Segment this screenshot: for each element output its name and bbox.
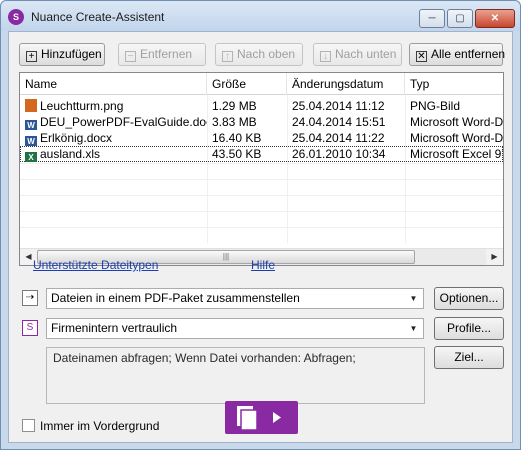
profiles-button[interactable]: Profile...	[434, 317, 504, 340]
package-icon: ⇢	[22, 290, 38, 306]
dialog-body: + Hinzufügen − Entfernen ↑ Nach oben ↓ Nach …	[8, 31, 513, 443]
column-header-type[interactable]: Typ	[405, 73, 503, 95]
close-icon: ✕	[490, 13, 500, 24]
file-name-cell: W DEU_PowerPDF-EvalGuide.docx	[20, 114, 207, 130]
scroll-right-button[interactable]: ▶	[486, 249, 503, 265]
column-header-date[interactable]: Änderungsdatum	[287, 73, 405, 95]
file-size: 43.50 KB	[212, 147, 262, 161]
file-name: DEU_PowerPDF-EvalGuide.docx	[40, 115, 207, 129]
remove-all-button[interactable]: ✕ Alle entfernen	[409, 43, 506, 66]
move-down-button[interactable]: ↓ Nach unten	[313, 43, 402, 66]
create-pdf-icon	[237, 406, 281, 431]
package-select[interactable]: Dateien in einem PDF-Paket zusammenstell…	[46, 288, 424, 309]
remove-all-button-label: Alle entfernen	[431, 47, 506, 61]
maximize-icon: ▢	[455, 13, 465, 24]
file-type: Microsoft Word-Dok	[410, 115, 503, 129]
file-name: Leuchtturm.png	[40, 99, 124, 113]
file-name-cell: W Erlkönig.docx	[20, 130, 207, 146]
file-date: 26.01.2010 10:34	[292, 147, 386, 161]
file-name-cell: Xausland.xls	[20, 146, 207, 162]
arrow-up-icon: ↑	[222, 51, 233, 62]
excel-file-icon: X	[25, 152, 37, 162]
arrow-down-icon: ↓	[320, 51, 331, 62]
chevron-down-icon: ▼	[409, 324, 418, 333]
table-row[interactable]: Xausland.xls 43.50 KB 26.01.2010 10:34 M…	[20, 146, 503, 162]
close-button[interactable]: ✕	[475, 9, 515, 28]
table-row[interactable]: Leuchtturm.png 1.29 MB 25.04.2014 11:12 …	[20, 98, 503, 114]
options-button[interactable]: Optionen...	[434, 287, 504, 310]
maximize-button[interactable]: ▢	[447, 9, 473, 28]
grid-line	[20, 227, 503, 228]
file-name: Erlkönig.docx	[40, 131, 113, 145]
file-name-cell: Leuchtturm.png	[20, 98, 207, 114]
file-date: 25.04.2014 11:22	[292, 131, 385, 145]
title-bar[interactable]: S Nuance Create-Assistent ─ ▢ ✕	[1, 1, 520, 31]
create-button[interactable]	[225, 401, 298, 434]
profile-select-value: Firmenintern vertraulich	[51, 321, 178, 335]
file-list-header: Name Größe Änderungsdatum Typ	[20, 73, 503, 95]
file-type: PNG-Bild	[410, 99, 461, 113]
png-file-icon	[25, 99, 37, 112]
always-on-top-checkbox[interactable]	[22, 419, 35, 432]
target-button[interactable]: Ziel...	[434, 346, 504, 369]
file-size: 16.40 KB	[212, 131, 262, 145]
move-up-button[interactable]: ↑ Nach oben	[215, 43, 303, 66]
profile-select[interactable]: Firmenintern vertraulich ▼	[46, 318, 424, 339]
column-header-name[interactable]: Name	[20, 73, 207, 95]
help-link[interactable]: Hilfe	[251, 258, 275, 272]
profile-icon: S	[22, 320, 38, 336]
always-on-top-label[interactable]: Immer im Vordergrund	[40, 419, 159, 433]
grid-line	[20, 211, 503, 212]
file-type: Microsoft Word-Dok	[410, 131, 503, 145]
supported-types-link[interactable]: Unterstützte Dateitypen	[33, 258, 158, 272]
grid-line	[20, 195, 503, 196]
column-header-size[interactable]: Größe	[207, 73, 287, 95]
scroll-right-icon: ▶	[491, 252, 498, 261]
file-date: 24.04.2014 15:51	[292, 115, 386, 129]
word-file-icon: W	[25, 120, 37, 130]
move-down-button-label: Nach unten	[335, 47, 397, 61]
remove-button[interactable]: − Entfernen	[118, 43, 206, 66]
file-type: Microsoft Excel 97-	[410, 147, 503, 161]
file-size: 3.83 MB	[212, 115, 257, 129]
window-title: Nuance Create-Assistent	[31, 10, 165, 24]
remove-icon: −	[125, 51, 136, 62]
file-list[interactable]: Name Größe Änderungsdatum Typ Leuchtturm…	[19, 72, 504, 266]
remove-all-icon: ✕	[416, 51, 427, 62]
remove-button-label: Entfernen	[140, 47, 193, 61]
table-row[interactable]: W Erlkönig.docx 16.40 KB 25.04.2014 11:22…	[20, 130, 503, 146]
minimize-button[interactable]: ─	[419, 9, 445, 28]
minimize-icon: ─	[428, 13, 436, 24]
add-button[interactable]: + Hinzufügen	[19, 43, 105, 66]
chevron-down-icon: ▼	[409, 294, 418, 303]
grid-line	[20, 163, 503, 164]
package-select-value: Dateien in einem PDF-Paket zusammenstell…	[51, 291, 300, 305]
target-info: Dateinamen abfragen; Wenn Datei vorhande…	[46, 347, 425, 404]
scroll-left-icon: ◀	[25, 252, 32, 261]
add-button-label: Hinzufügen	[41, 47, 102, 61]
add-icon: +	[26, 51, 37, 62]
file-date: 25.04.2014 11:12	[292, 99, 385, 113]
file-name: ausland.xls	[40, 147, 101, 161]
grip-icon: |||	[222, 252, 230, 261]
app-window: S Nuance Create-Assistent ─ ▢ ✕ + Hinzufü…	[0, 0, 521, 450]
grid-line	[20, 179, 503, 180]
file-size: 1.29 MB	[212, 99, 257, 113]
move-up-button-label: Nach oben	[237, 47, 296, 61]
word-file-icon: W	[25, 136, 37, 146]
table-row[interactable]: W DEU_PowerPDF-EvalGuide.docx 3.83 MB 24.…	[20, 114, 503, 130]
nuance-app-icon: S	[8, 9, 24, 25]
